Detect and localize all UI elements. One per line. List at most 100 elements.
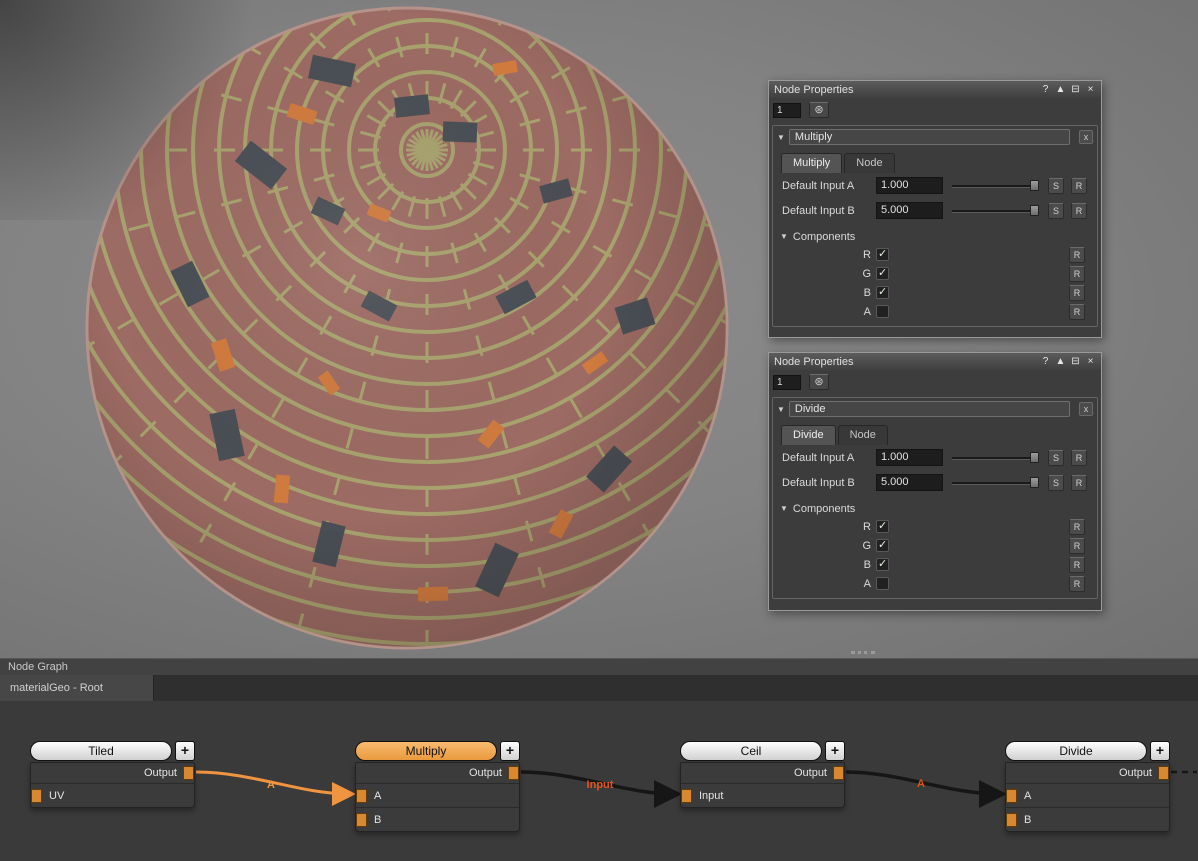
value-slider[interactable]	[950, 202, 1041, 219]
reset-button[interactable]: R	[1071, 475, 1087, 491]
field-label: Default Input A	[782, 452, 869, 464]
section-close-button[interactable]: x	[1079, 130, 1093, 144]
node-multiply-title[interactable]: Multiply	[355, 741, 497, 761]
section-header[interactable]: ▼ Multiply x	[775, 128, 1095, 146]
s-button[interactable]: S	[1048, 178, 1064, 194]
node-multiply[interactable]: Multiply + Output A B	[355, 741, 520, 832]
input-port-input[interactable]	[681, 789, 692, 803]
reset-button[interactable]: R	[1069, 557, 1085, 573]
input-port-b[interactable]	[356, 813, 367, 827]
reset-button[interactable]: R	[1069, 304, 1085, 320]
reset-button[interactable]: R	[1069, 576, 1085, 592]
component-checkbox[interactable]	[876, 248, 889, 261]
component-row-r: R R	[775, 517, 1095, 536]
component-label: R	[775, 521, 871, 533]
node-graph-title[interactable]: Node Graph	[0, 658, 1198, 675]
component-checkbox[interactable]	[876, 520, 889, 533]
node-index-input[interactable]	[773, 103, 801, 118]
close-icon[interactable]: ×	[1085, 84, 1096, 95]
section-header[interactable]: ▼ Divide x	[775, 400, 1095, 418]
input-port-a[interactable]	[356, 789, 367, 803]
input-label: B	[374, 814, 381, 826]
reset-button[interactable]: R	[1071, 178, 1087, 194]
component-checkbox[interactable]	[876, 558, 889, 571]
add-node-button[interactable]: +	[1150, 741, 1170, 761]
node-ceil[interactable]: Ceil + Output Input	[680, 741, 845, 808]
slider-handle[interactable]	[1030, 477, 1039, 488]
node-tiled-title[interactable]: Tiled	[30, 741, 172, 761]
reset-button[interactable]: R	[1069, 266, 1085, 282]
components-header[interactable]: ▼ Components	[775, 228, 1095, 245]
shade-icon[interactable]: ▲	[1055, 356, 1066, 367]
pin-panel-button[interactable]: ⊛	[809, 374, 829, 390]
component-checkbox[interactable]	[876, 267, 889, 280]
reset-button[interactable]: R	[1069, 519, 1085, 535]
node-index-input[interactable]	[773, 375, 801, 390]
value-input[interactable]: 1.000	[876, 177, 943, 194]
section-close-button[interactable]: x	[1079, 402, 1093, 416]
output-port[interactable]	[508, 766, 519, 780]
panel-title: Node Properties	[774, 356, 854, 368]
component-checkbox[interactable]	[876, 539, 889, 552]
s-button[interactable]: S	[1048, 203, 1064, 219]
tab-materialgeo-root[interactable]: materialGeo - Root	[0, 675, 154, 701]
node-ceil-title[interactable]: Ceil	[680, 741, 822, 761]
output-port[interactable]	[183, 766, 194, 780]
collapse-arrow-icon: ▼	[777, 405, 785, 414]
node-tiled[interactable]: Tiled + Output UV	[30, 741, 195, 808]
help-icon[interactable]: ?	[1040, 84, 1051, 95]
pin-panel-button[interactable]: ⊛	[809, 102, 829, 118]
reset-button[interactable]: R	[1069, 247, 1085, 263]
section-tabs: Divide Node	[781, 425, 1095, 445]
reset-button[interactable]: R	[1069, 285, 1085, 301]
reset-button[interactable]: R	[1071, 203, 1087, 219]
value-input[interactable]: 1.000	[876, 449, 943, 466]
node-graph-canvas[interactable]: A Input A Tiled + Output UV Multiply + O…	[0, 701, 1198, 861]
panel-titlebar[interactable]: Node Properties ? ▲ ⊟ ×	[769, 353, 1101, 370]
value-slider[interactable]	[950, 177, 1041, 194]
panel-splitter-handle[interactable]	[851, 651, 875, 656]
slider-handle[interactable]	[1030, 452, 1039, 463]
help-icon[interactable]: ?	[1040, 356, 1051, 367]
value-slider[interactable]	[950, 449, 1041, 466]
s-button[interactable]: S	[1048, 475, 1064, 491]
value-slider[interactable]	[950, 474, 1041, 491]
slider-handle[interactable]	[1030, 180, 1039, 191]
add-node-button[interactable]: +	[175, 741, 195, 761]
restore-icon[interactable]: ⊟	[1070, 84, 1081, 95]
section-title: Divide	[789, 401, 1070, 417]
add-node-button[interactable]: +	[500, 741, 520, 761]
tab-multiply[interactable]: Multiply	[781, 153, 842, 173]
components-title: Components	[793, 231, 855, 243]
panel-titlebar[interactable]: Node Properties ? ▲ ⊟ ×	[769, 81, 1101, 98]
component-row-a: A R	[775, 574, 1095, 593]
input-port-uv[interactable]	[31, 789, 42, 803]
output-label: Output	[469, 767, 502, 779]
component-checkbox[interactable]	[876, 305, 889, 318]
reset-button[interactable]: R	[1071, 450, 1087, 466]
output-port[interactable]	[1158, 766, 1169, 780]
node-divide[interactable]: Divide + Output A B	[1005, 741, 1170, 832]
s-button[interactable]: S	[1048, 450, 1064, 466]
tab-divide[interactable]: Divide	[781, 425, 836, 445]
component-checkbox[interactable]	[876, 286, 889, 299]
input-port-b[interactable]	[1006, 813, 1017, 827]
value-input[interactable]: 5.000	[876, 474, 943, 491]
add-node-button[interactable]: +	[825, 741, 845, 761]
value-input[interactable]: 5.000	[876, 202, 943, 219]
input-port-a[interactable]	[1006, 789, 1017, 803]
restore-icon[interactable]: ⊟	[1070, 356, 1081, 367]
tab-node[interactable]: Node	[844, 153, 894, 173]
node-divide-title[interactable]: Divide	[1005, 741, 1147, 761]
tab-node[interactable]: Node	[838, 425, 888, 445]
shade-icon[interactable]: ▲	[1055, 84, 1066, 95]
output-port[interactable]	[833, 766, 844, 780]
component-row-b: B R	[775, 283, 1095, 302]
component-label: B	[775, 287, 871, 299]
reset-button[interactable]: R	[1069, 538, 1085, 554]
slider-handle[interactable]	[1030, 205, 1039, 216]
component-label: A	[775, 306, 871, 318]
component-checkbox[interactable]	[876, 577, 889, 590]
components-header[interactable]: ▼ Components	[775, 500, 1095, 517]
close-icon[interactable]: ×	[1085, 356, 1096, 367]
